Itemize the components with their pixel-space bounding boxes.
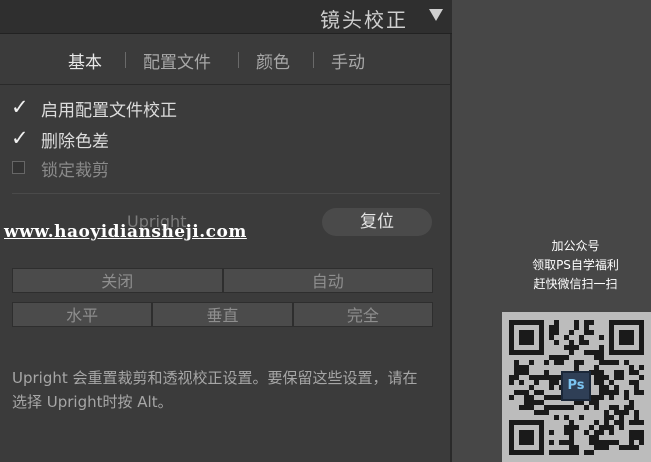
promo-line-2: 领取PS自学福利: [532, 258, 619, 272]
checkbox-label: 删除色差: [41, 132, 109, 152]
upright-off-button[interactable]: 关闭: [12, 268, 223, 293]
promo-line-3: 赶快微信扫一扫: [533, 277, 618, 291]
checkbox-box[interactable]: [12, 161, 25, 174]
promo-text: 加公众号 领取PS自学福利 赶快微信扫一扫: [500, 237, 651, 331]
tab-profile[interactable]: 配置文件: [143, 48, 211, 73]
panel-title: 镜头校正: [320, 8, 408, 32]
checkbox-box[interactable]: ✓: [11, 126, 29, 150]
watermark: www.haoyidiansheji.com: [0, 222, 452, 244]
upright-description: Upright 会重置裁剪和透视校正设置。要保留这些设置，请在选择 Uprigh…: [12, 369, 418, 411]
checkbox-box[interactable]: ✓: [11, 95, 29, 119]
watermark-text[interactable]: www.haoyidiansheji.com: [4, 222, 247, 242]
tab-separator: [313, 52, 314, 68]
panel-header[interactable]: 镜头校正: [0, 0, 452, 34]
upright-vertical-button[interactable]: 垂直: [152, 302, 293, 327]
tab-basic[interactable]: 基本: [68, 48, 102, 73]
tab-separator: [125, 52, 126, 68]
upright-full-button[interactable]: 完全: [292, 302, 433, 327]
promo-line-1: 加公众号: [551, 239, 600, 253]
checkbox-label: 启用配置文件校正: [41, 101, 177, 121]
upright-mode-row-2: 水平 垂直 完全: [12, 302, 433, 327]
upright-auto-button[interactable]: 自动: [222, 268, 433, 293]
check-icon: ✓: [11, 126, 29, 150]
triangle-down-icon[interactable]: [429, 9, 443, 21]
tab-bar: 基本 配置文件 颜色 手动: [0, 44, 452, 74]
qr-code: Ps: [502, 312, 651, 462]
tab-manual[interactable]: 手动: [331, 48, 365, 73]
photoshop-logo-icon: Ps: [561, 371, 591, 401]
upright-mode-row-1: 关闭 自动: [12, 268, 433, 293]
tab-color[interactable]: 颜色: [256, 48, 290, 73]
checkbox-label: 锁定裁剪: [41, 161, 109, 181]
check-icon: ✓: [11, 95, 29, 119]
section-divider: [12, 193, 440, 194]
tab-separator: [238, 52, 239, 68]
tab-divider: [0, 84, 452, 85]
upright-level-button[interactable]: 水平: [12, 302, 153, 327]
